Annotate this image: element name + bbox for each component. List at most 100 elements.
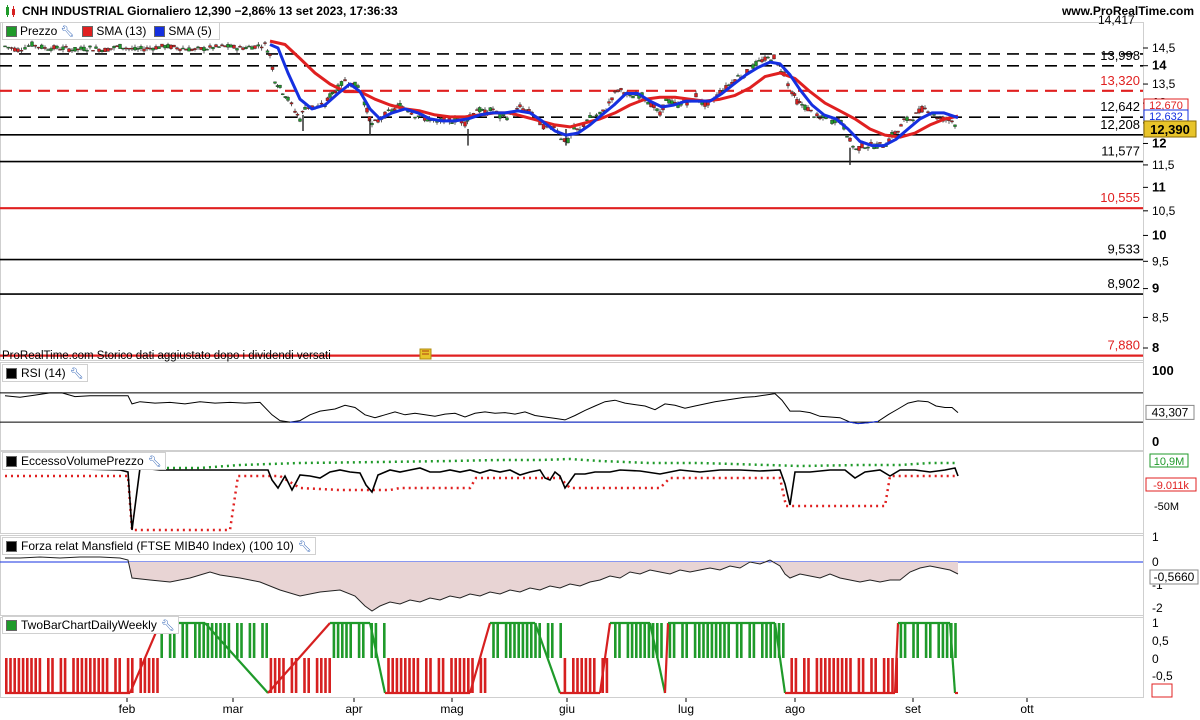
candle-body (151, 48, 155, 51)
wrench-icon[interactable]: 🔧︎ (298, 540, 312, 553)
candle-body (601, 109, 605, 112)
candle-body (43, 47, 47, 49)
twobar-bar (551, 623, 554, 658)
eccesso-lower-label: -9.011k (1153, 480, 1189, 492)
candle-body (256, 44, 261, 47)
twobar-bar (458, 658, 462, 693)
twobar-bar (954, 623, 957, 658)
price-tick-label-8: 10,5 (1152, 204, 1176, 218)
eccesso-legend[interactable]: EccessoVolumePrezzo 🔧︎ (2, 452, 166, 470)
candle-body (450, 122, 454, 124)
level-label-1: 13,320 (1100, 73, 1140, 88)
prezzo-swatch (6, 25, 17, 37)
twobar-legend[interactable]: TwoBarChartDailyWeekly 🔧︎ (2, 616, 179, 634)
twobar-bar (63, 658, 67, 693)
twobar-bar (479, 658, 483, 693)
level-label-7: 8,902 (1107, 276, 1140, 291)
mansfield-value: -0,5660 (1154, 570, 1195, 584)
mansfield-legend[interactable]: Forza relat Mansfield (FTSE MIB40 Index)… (2, 537, 316, 555)
price-change: −2,86% (234, 4, 276, 18)
candle-body (289, 102, 294, 105)
candle-body (205, 48, 209, 51)
candle-body (178, 48, 182, 51)
candle-body (193, 48, 197, 50)
twobar-bar (156, 658, 159, 693)
twobar-bar (5, 658, 8, 693)
twobar-bar (840, 658, 844, 693)
candle-body (172, 44, 176, 48)
candle-body (112, 46, 116, 49)
rsi-swatch (6, 367, 17, 379)
candle-body (187, 47, 191, 52)
quote-date: 13 set 2023, (278, 4, 347, 18)
candle-body (594, 114, 599, 117)
twobar-bar (391, 658, 394, 693)
candle-body (343, 79, 347, 82)
candle-body (280, 93, 285, 95)
twobar-bar (34, 658, 37, 693)
twobar-bar (572, 658, 575, 693)
candle-body (851, 145, 855, 148)
site-url[interactable]: www.ProRealTime.com (1062, 4, 1194, 18)
twobar-bar (861, 658, 865, 693)
candle-body (463, 121, 467, 127)
chart-title: CNH INDUSTRIAL Giornaliero 12,390 −2,86%… (22, 4, 398, 18)
price-tick-label-11: 9 (1152, 281, 1159, 296)
candle-body (914, 112, 918, 114)
legend-sma13-label: SMA (13) (96, 24, 147, 38)
eccesso-panel (0, 451, 1144, 534)
wrench-icon[interactable]: 🔧︎ (161, 619, 175, 632)
twobar-bar (118, 658, 121, 693)
price-tick-label-9: 10 (1152, 227, 1166, 242)
candle-body (845, 135, 849, 138)
twobar-value-box (1151, 683, 1173, 698)
candle-body (772, 54, 776, 60)
twobar-bar (509, 623, 512, 658)
candle-body (298, 118, 302, 122)
candle-body (100, 49, 104, 53)
twobar-bar (437, 658, 441, 693)
twobar-tick-0: 1 (1152, 616, 1159, 630)
candle-body (253, 45, 257, 49)
candle-body (244, 46, 248, 49)
twobar-bar (693, 623, 697, 658)
candle-body (166, 44, 170, 48)
candle-body (121, 47, 125, 50)
candle-body (920, 106, 924, 113)
twobar-bar (315, 658, 319, 693)
candle-body (908, 119, 912, 121)
legend-sma13[interactable]: SMA (13) (82, 24, 146, 38)
candlestick-logo-icon (6, 5, 15, 17)
twobar-bar (643, 623, 646, 658)
wrench-icon[interactable]: 🔧︎ (148, 455, 162, 468)
twobar-bar (706, 623, 709, 658)
candle-body (58, 49, 62, 51)
price-legend[interactable]: Prezzo 🔧︎ SMA (13) SMA (5) (2, 22, 220, 40)
legend-sma5[interactable]: SMA (5) (154, 24, 212, 38)
candle-body (878, 142, 882, 144)
candle-body (588, 115, 592, 118)
candle-body (866, 146, 870, 149)
wrench-icon[interactable]: 🔧︎ (60, 25, 74, 38)
price-tick-label-12: 8,5 (1152, 310, 1169, 324)
candle-body (754, 61, 758, 66)
wrench-icon[interactable]: 🔧︎ (70, 367, 84, 380)
candle-body (899, 124, 903, 127)
twobar-bar (719, 623, 722, 658)
candle-body (118, 43, 122, 49)
candle-body (76, 48, 80, 51)
x-label-6: ago (785, 702, 805, 716)
rsi-panel (0, 362, 1144, 451)
candle-body (491, 108, 495, 111)
rsi-legend[interactable]: RSI (14) 🔧︎ (2, 364, 88, 382)
candle-body (591, 116, 595, 118)
candle-body (273, 81, 277, 84)
candle-body (67, 48, 71, 52)
price-tick-label-6: 11,5 (1152, 158, 1175, 172)
twobar-bar (9, 658, 12, 693)
legend-prezzo[interactable]: Prezzo 🔧︎ (6, 24, 74, 38)
twobar-bar (836, 658, 840, 693)
candle-body (356, 85, 360, 88)
candle-body (23, 47, 27, 50)
price-tick-label-5: 12 (1152, 135, 1166, 150)
